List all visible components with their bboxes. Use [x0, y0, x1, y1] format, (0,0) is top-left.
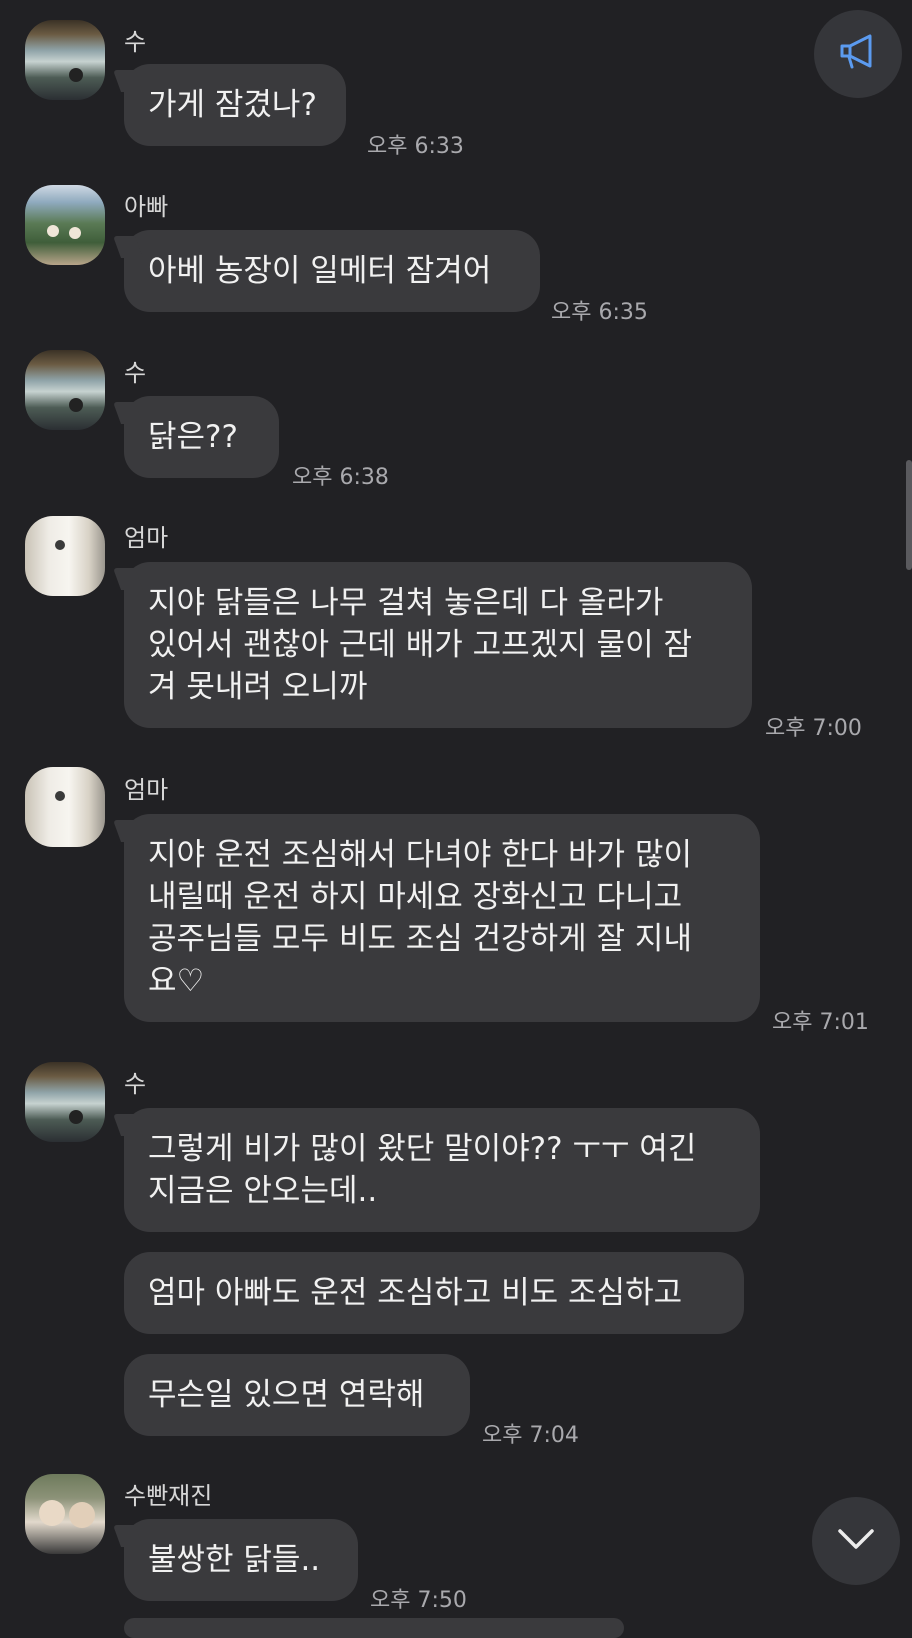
- message-time: 오후 7:04: [482, 1423, 579, 1448]
- message-bubble[interactable]: 가게 잠겼나?: [124, 64, 346, 146]
- message-time: 오후 7:50: [370, 1588, 467, 1613]
- message-time: 오후 7:00: [765, 716, 862, 741]
- message-time: 오후 6:35: [551, 300, 648, 325]
- message-bubble-partial: [124, 1618, 624, 1638]
- message-bubble[interactable]: 무슨일 있으면 연락해: [124, 1354, 470, 1436]
- message-time: 오후 6:38: [292, 465, 389, 490]
- sender-avatar-su[interactable]: [25, 1062, 105, 1142]
- sender-name: 수빤재진: [124, 1482, 213, 1510]
- sender-name: 수: [124, 1070, 147, 1098]
- sender-avatar-mom[interactable]: [25, 767, 105, 847]
- message-bubble[interactable]: 지야 닭들은 나무 걸쳐 놓은데 다 올라가 있어서 괜찮아 근데 배가 고프겠…: [124, 562, 752, 728]
- sender-name: 아빠: [124, 193, 169, 221]
- message-bubble[interactable]: 아베 농장이 일메터 잠겨어: [124, 230, 540, 312]
- sender-avatar-mom[interactable]: [25, 516, 105, 596]
- message-bubble[interactable]: 닭은??: [124, 396, 279, 478]
- sender-avatar-su[interactable]: [25, 20, 105, 100]
- message-bubble[interactable]: 지야 운전 조심해서 다녀야 한다 바가 많이 내릴때 운전 하지 마세요 장화…: [124, 814, 760, 1022]
- scrollbar-thumb[interactable]: [906, 460, 912, 570]
- sender-name: 수: [124, 359, 147, 387]
- announcement-button[interactable]: [814, 10, 902, 98]
- message-bubble[interactable]: 그렇게 비가 많이 왔단 말이야?? ㅜㅜ 여긴 지금은 안오는데..: [124, 1108, 760, 1232]
- sender-avatar-dad[interactable]: [25, 185, 105, 265]
- sender-avatar-su[interactable]: [25, 350, 105, 430]
- sender-name: 엄마: [124, 524, 169, 552]
- chevron-down-icon: [836, 1527, 876, 1555]
- sender-avatar-bro[interactable]: [25, 1474, 105, 1554]
- message-time: 오후 7:01: [772, 1010, 869, 1035]
- message-bubble[interactable]: 불쌍한 닭들..: [124, 1519, 358, 1601]
- megaphone-icon: [836, 32, 880, 76]
- sender-name: 수: [124, 28, 147, 56]
- scroll-to-bottom-button[interactable]: [812, 1497, 900, 1585]
- message-time: 오후 6:33: [367, 134, 464, 159]
- message-bubble[interactable]: 엄마 아빠도 운전 조심하고 비도 조심하고: [124, 1252, 744, 1334]
- sender-name: 엄마: [124, 776, 169, 804]
